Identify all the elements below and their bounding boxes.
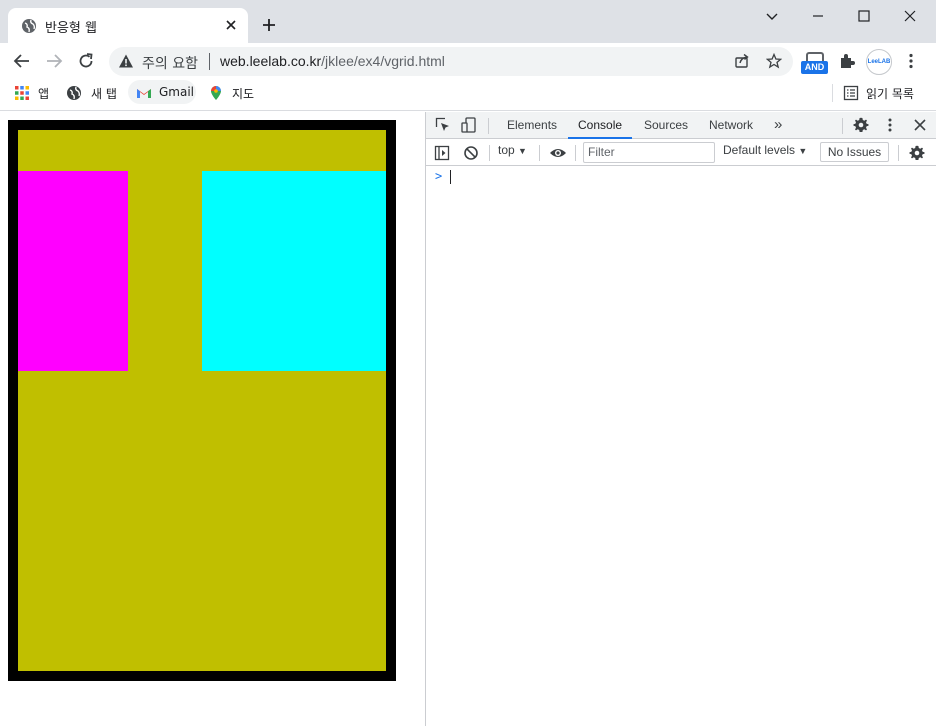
console-divider <box>539 145 540 161</box>
tab-strip: 반응형 웹 <box>0 0 936 43</box>
back-arrow-icon[interactable] <box>13 52 31 70</box>
console-input-caret[interactable] <box>450 170 451 184</box>
browser-tab[interactable]: 반응형 웹 <box>8 8 248 43</box>
console-divider <box>898 145 899 161</box>
bookmark-star-icon[interactable] <box>766 53 782 69</box>
console-divider <box>489 145 490 161</box>
console-toolbar: top ▼ Filter Default levels ▼ No Issues <box>426 140 936 166</box>
address-bar[interactable]: 주의 요함 web.leelab.co.kr/jklee/ex4/vgrid.h… <box>109 47 793 76</box>
chevron-down-icon: ▼ <box>518 146 527 156</box>
close-tab-icon[interactable] <box>224 18 238 32</box>
grid-container <box>18 130 386 671</box>
log-levels-value: Default levels <box>723 143 796 157</box>
devtools-tab-bar: Elements Console Sources Network » <box>426 112 936 139</box>
page-viewport <box>0 112 425 726</box>
context-selector-value: top <box>498 143 515 157</box>
browser-toolbar: 주의 요함 web.leelab.co.kr/jklee/ex4/vgrid.h… <box>0 43 936 79</box>
devtools-panel: Elements Console Sources Network » top ▼ <box>425 112 936 726</box>
and-extension-icon[interactable]: AND <box>801 50 829 75</box>
tab-title: 반응형 웹 <box>45 21 97 36</box>
bookmark-new-tab-label: 새 탭 <box>91 87 117 101</box>
live-expression-eye-icon[interactable] <box>549 145 567 161</box>
devtools-tab-network[interactable]: Network <box>699 112 763 139</box>
browser-menu-icon[interactable] <box>903 52 919 70</box>
apps-grid-icon <box>15 86 29 100</box>
grid-container-border <box>8 120 396 681</box>
devtools-menu-icon[interactable] <box>882 117 898 133</box>
devtools-tab-console[interactable]: Console <box>568 112 633 139</box>
sidebar-toggle-icon[interactable] <box>434 145 450 161</box>
tab-search-chevron-icon[interactable] <box>764 8 780 24</box>
bookmark-apps-label: 앱 <box>38 87 50 101</box>
url-host: web.leelab.co.kr <box>220 53 322 69</box>
console-filter-input[interactable]: Filter <box>583 142 715 163</box>
share-icon[interactable] <box>734 53 750 69</box>
and-extension-label: AND <box>801 61 828 74</box>
url-text[interactable]: web.leelab.co.kr/jklee/ex4/vgrid.html <box>220 53 445 69</box>
console-prompt: > <box>435 169 443 183</box>
close-devtools-icon[interactable] <box>912 117 928 133</box>
bookmark-apps[interactable]: 앱 <box>14 85 54 107</box>
devtools-divider <box>488 118 489 134</box>
devtools-more-tabs[interactable]: » <box>764 112 792 139</box>
new-tab-icon[interactable] <box>261 17 277 33</box>
maps-pin-icon <box>211 86 221 100</box>
close-window-icon[interactable] <box>902 8 918 24</box>
omnibox-divider <box>209 53 210 70</box>
device-toolbar-icon[interactable] <box>461 117 477 133</box>
minimize-icon[interactable] <box>810 8 826 24</box>
grid-box-cyan <box>202 171 386 371</box>
console-divider <box>575 145 576 161</box>
reading-list-label: 읽기 목록 <box>866 87 914 101</box>
and-extension-graphic <box>806 52 824 61</box>
bookmark-new-tab[interactable]: 새 탭 <box>66 85 122 107</box>
log-levels-dropdown[interactable]: Default levels ▼ <box>723 143 807 157</box>
globe-icon <box>67 86 81 100</box>
reload-icon[interactable] <box>77 52 95 70</box>
gmail-icon <box>137 89 151 98</box>
globe-icon <box>22 19 36 33</box>
grid-box-magenta <box>18 171 128 371</box>
extensions-puzzle-icon[interactable] <box>838 52 856 70</box>
clear-console-icon[interactable] <box>463 145 479 161</box>
context-selector[interactable]: top ▼ <box>498 143 527 157</box>
reading-list-icon <box>843 85 859 101</box>
bookmarks-divider <box>832 84 833 102</box>
leelab-profile-avatar[interactable]: LeeLAB <box>866 49 892 75</box>
bookmark-maps-label: 지도 <box>232 87 255 101</box>
devtools-divider <box>842 118 843 134</box>
security-label[interactable]: 주의 요함 <box>142 53 198 73</box>
settings-gear-icon[interactable] <box>853 117 869 133</box>
inspect-element-icon[interactable] <box>435 117 451 133</box>
devtools-tab-elements[interactable]: Elements <box>497 112 567 139</box>
console-settings-gear-icon[interactable] <box>909 145 925 161</box>
chevron-down-icon: ▼ <box>798 146 808 156</box>
bookmark-gmail[interactable]: Gmail <box>136 85 194 107</box>
issues-button[interactable]: No Issues <box>820 142 889 162</box>
bookmark-gmail-label: Gmail <box>159 85 195 99</box>
url-path: /jklee/ex4/vgrid.html <box>321 53 445 69</box>
maximize-icon[interactable] <box>856 8 872 24</box>
bookmark-maps[interactable]: 지도 <box>208 85 258 107</box>
forward-arrow-icon[interactable] <box>45 52 63 70</box>
devtools-tab-sources[interactable]: Sources <box>634 112 698 139</box>
warning-triangle-icon[interactable] <box>118 53 134 69</box>
reading-list-button[interactable]: 읽기 목록 <box>843 85 923 107</box>
